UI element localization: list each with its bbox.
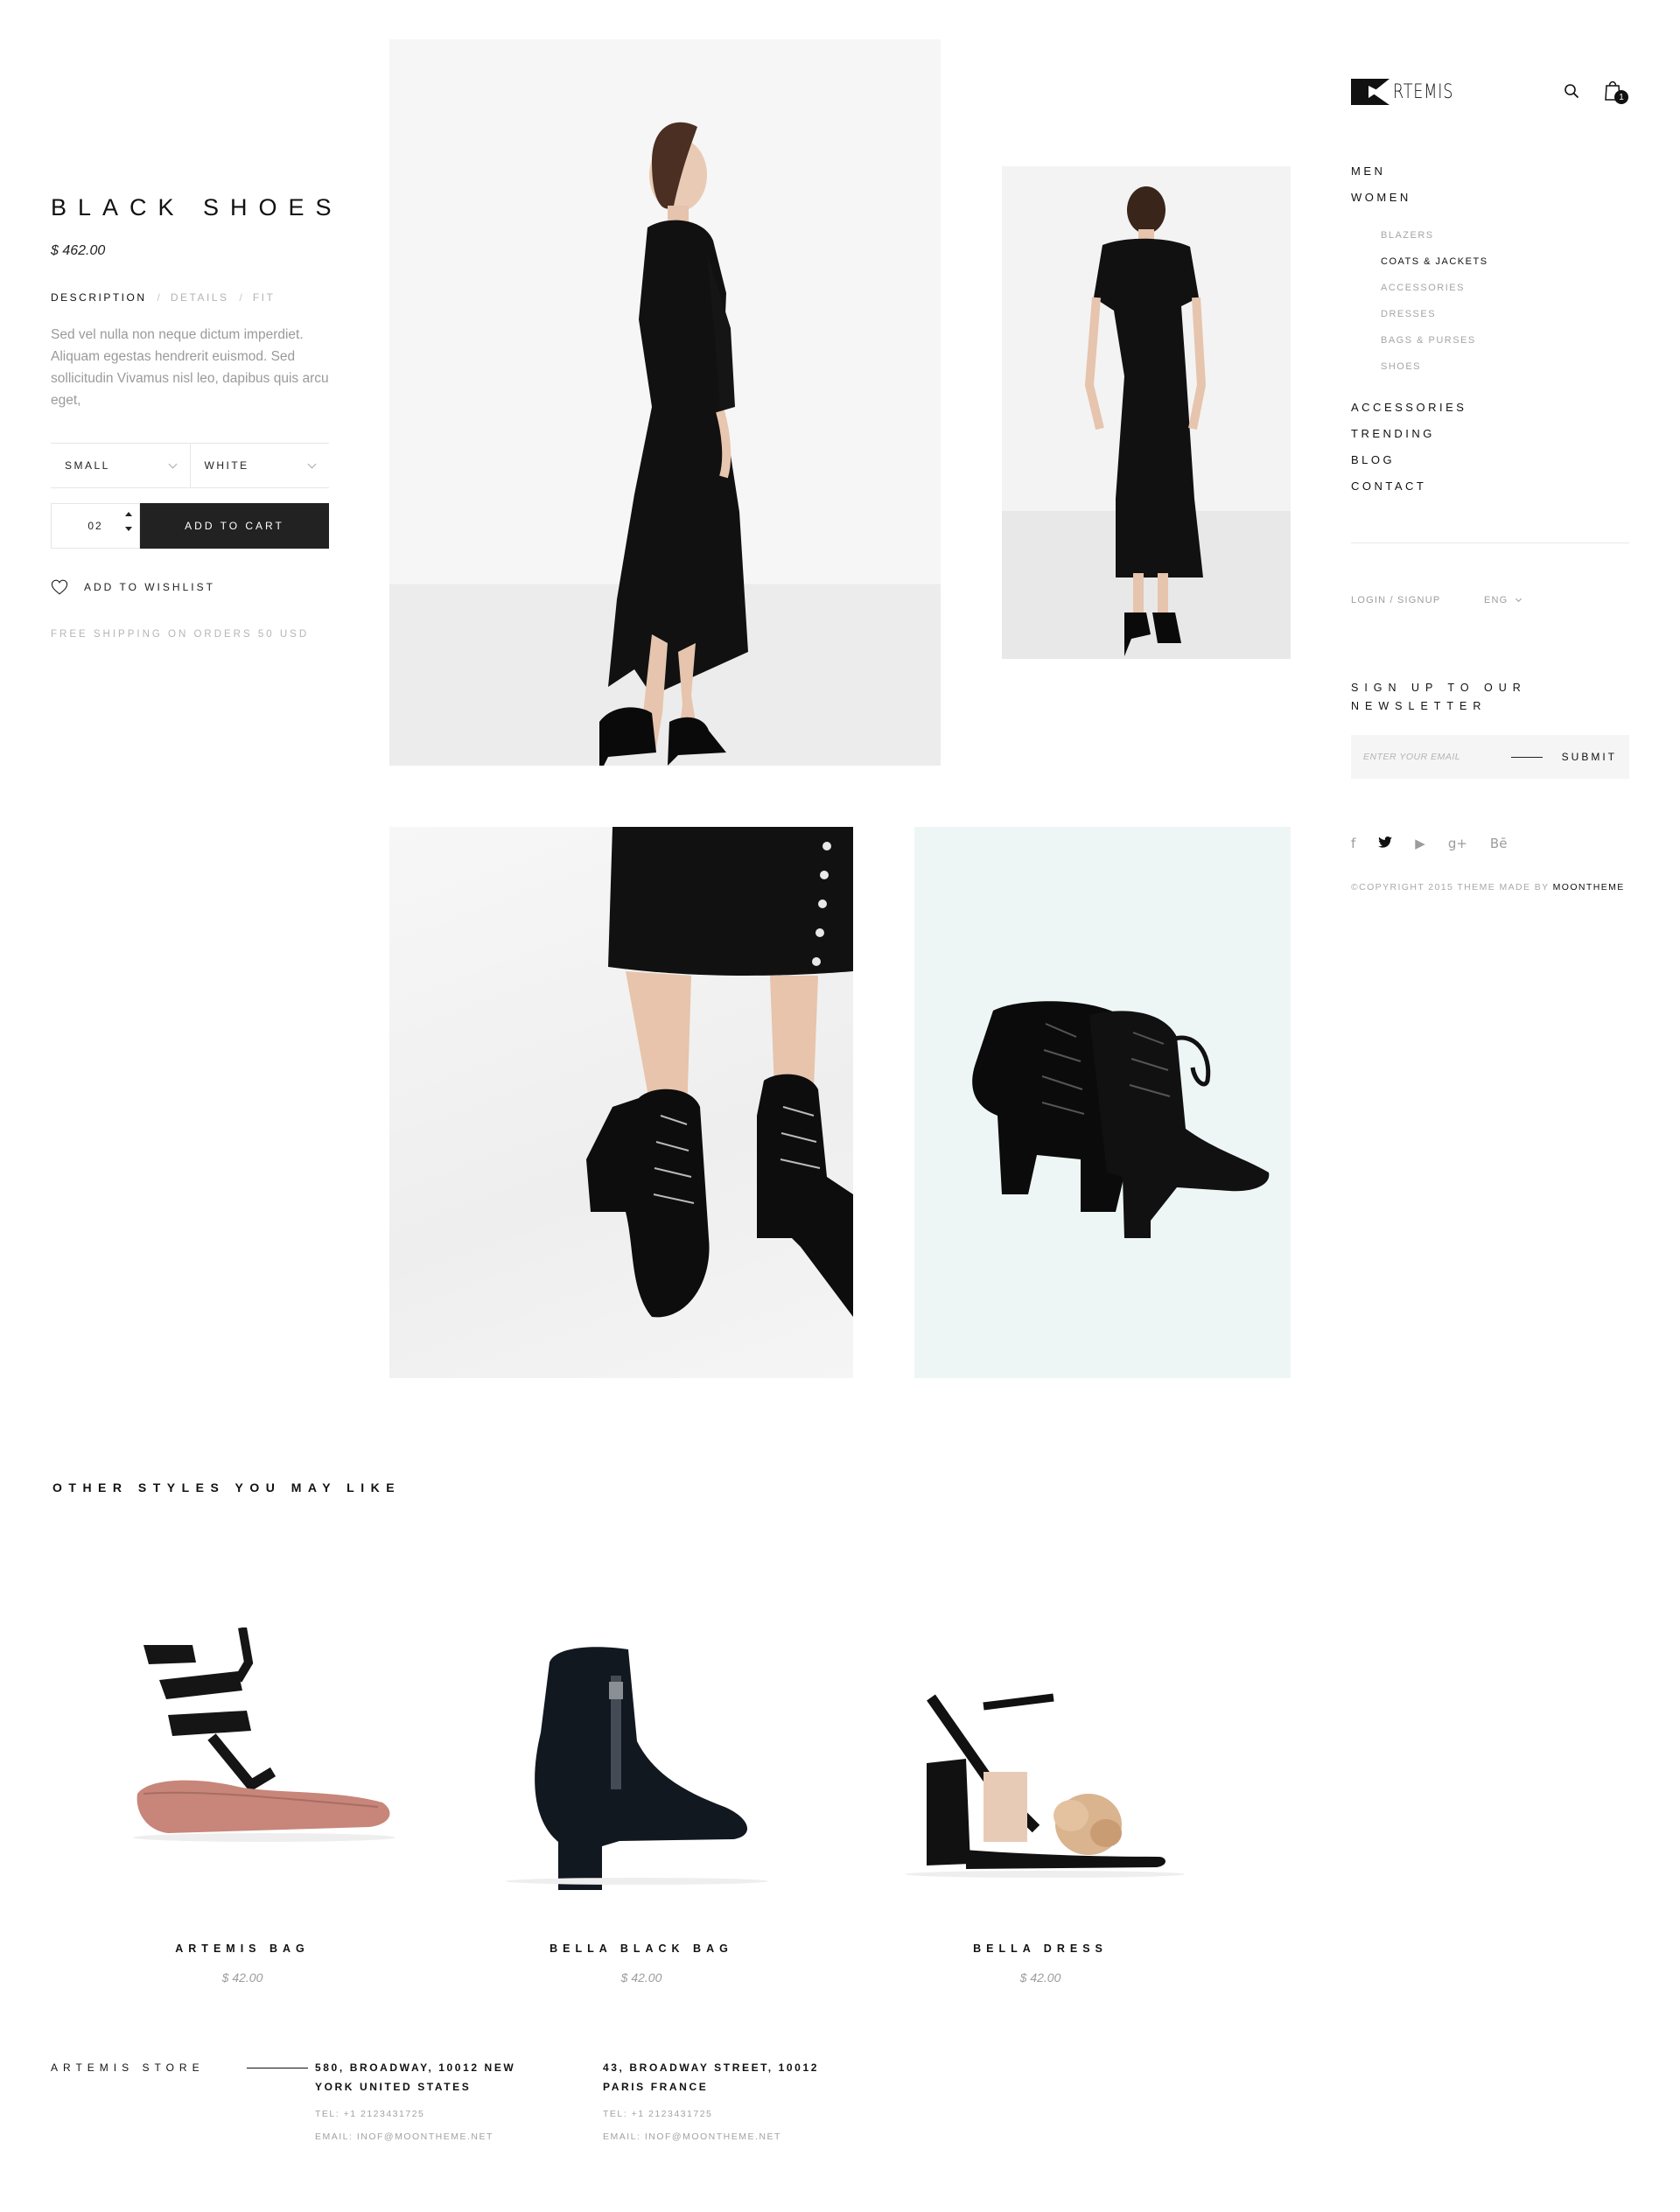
store-address: 43, BROADWAY STREET, 10012 PARIS FRANCE <box>603 2062 820 2093</box>
twitter-icon[interactable] <box>1378 836 1393 851</box>
youtube-icon[interactable]: ▶ <box>1415 836 1425 851</box>
chevron-down-icon <box>1516 595 1522 603</box>
store-email[interactable]: EMAIL: INOF@MOONTHEME.NET <box>315 2132 542 2142</box>
model-back-view-image <box>1084 186 1207 656</box>
copyright-brand-link[interactable]: MOONTHEME <box>1553 882 1625 892</box>
newsletter-title: SIGN UP TO OUR NEWSLETTER <box>1351 682 1527 712</box>
quantity-value: 02 <box>88 520 103 532</box>
add-to-wishlist-link[interactable]: ADD TO WISHLIST <box>51 579 215 595</box>
boots-pair-image <box>972 1001 1270 1238</box>
newsletter-submit-button[interactable]: SUBMIT <box>1562 751 1617 763</box>
quantity-stepper[interactable]: 02 <box>51 503 140 549</box>
lace-up-flat-image <box>133 1628 396 1842</box>
add-to-cart-button[interactable]: ADD TO CART <box>140 503 329 549</box>
nav-item-accessories[interactable]: ACCESSORIES <box>1351 401 1466 427</box>
product-photo-boots-worn[interactable] <box>389 827 853 1378</box>
language-value: ENG <box>1484 595 1508 606</box>
increment-arrow-icon[interactable] <box>125 512 132 516</box>
nav-item-men[interactable]: MEN <box>1351 164 1488 191</box>
related-product-name[interactable]: ARTEMIS BAG <box>63 1942 422 1955</box>
size-select-value: SMALL <box>65 459 110 472</box>
facebook-icon[interactable]: f <box>1351 836 1355 851</box>
decrement-arrow-icon[interactable] <box>125 527 132 531</box>
ankle-boot-image <box>506 1647 768 1890</box>
variant-selectors: SMALL WHITE <box>51 443 329 488</box>
chevron-down-icon <box>168 459 177 468</box>
search-icon[interactable] <box>1564 83 1579 99</box>
copyright-text: ©COPYRIGHT 2015 THEME MADE BY <box>1351 882 1550 892</box>
related-product-card[interactable]: BELLA DRESS $ 42.00 <box>861 1628 1220 1984</box>
sidebar-divider <box>1351 542 1629 543</box>
product-title: BLACK SHOES <box>51 194 343 220</box>
related-product-name[interactable]: BELLA DRESS <box>861 1942 1220 1955</box>
related-product-price: $ 42.00 <box>221 1970 263 1984</box>
related-product-image[interactable] <box>861 1628 1220 1890</box>
nav-item-women[interactable]: WOMEN <box>1351 191 1488 217</box>
login-signup-link[interactable]: LOGIN / SIGNUP <box>1351 595 1440 606</box>
tab-separator: / <box>157 291 160 304</box>
secondary-nav: ACCESSORIES TRENDING BLOG CONTACT <box>1351 401 1466 506</box>
nav-item-trending[interactable]: TRENDING <box>1351 427 1466 453</box>
google-plus-icon[interactable]: g+ <box>1448 836 1467 851</box>
newsletter-email-input[interactable] <box>1363 752 1492 762</box>
related-product-name[interactable]: BELLA BLACK BAG <box>462 1942 821 1955</box>
chevron-down-icon <box>307 459 317 468</box>
footer-store: ARTEMIS STORE <box>51 2062 308 2074</box>
store-phone: TEL: +1 2123431725 <box>603 2109 713 2119</box>
heart-icon <box>51 579 68 595</box>
language-select[interactable]: ENG <box>1484 595 1522 606</box>
subnav-item-shoes[interactable]: SHOES <box>1381 360 1488 387</box>
related-section-title: OTHER STYLES YOU MAY LIKE <box>52 1480 402 1494</box>
newsletter-form: SUBMIT <box>1351 735 1629 779</box>
store-address-block: 43, BROADWAY STREET, 10012 PARIS FRANCE … <box>603 2058 830 2142</box>
color-select[interactable]: WHITE <box>189 444 330 487</box>
product-description: Sed vel nulla non neque dictum imperdiet… <box>51 327 329 408</box>
product-photo-model-side[interactable] <box>389 39 941 766</box>
fur-sandal-image <box>905 1693 1185 1878</box>
product-price: $ 462.00 <box>51 243 106 258</box>
related-product-price: $ 42.00 <box>620 1970 662 1984</box>
logo-mark-icon <box>1351 79 1390 105</box>
store-label: ARTEMIS STORE <box>51 2062 205 2074</box>
related-product-image[interactable] <box>63 1628 422 1890</box>
subnav-item-dresses[interactable]: DRESSES <box>1381 308 1488 334</box>
wishlist-label: ADD TO WISHLIST <box>84 581 215 593</box>
newsletter-divider <box>1510 756 1543 758</box>
color-select-value: WHITE <box>204 459 249 472</box>
store-address-block: 580, BROADWAY, 10012 NEW YORK UNITED STA… <box>315 2058 542 2142</box>
store-email[interactable]: EMAIL: INOF@MOONTHEME.NET <box>603 2132 830 2142</box>
product-info-tabs: DESCRIPTION / DETAILS / FIT <box>51 291 275 304</box>
size-select[interactable]: SMALL <box>51 444 190 487</box>
store-address: 580, BROADWAY, 10012 NEW YORK UNITED STA… <box>315 2062 516 2093</box>
women-submenu: BLAZERS COATS & JACKETS ACCESSORIES DRES… <box>1351 217 1488 401</box>
behance-icon[interactable]: Bē <box>1490 836 1508 851</box>
tab-fit[interactable]: FIT <box>253 291 276 304</box>
cart-count-badge: 1 <box>1614 90 1628 104</box>
product-photo-model-back[interactable] <box>1002 166 1291 659</box>
tab-separator: / <box>239 291 242 304</box>
tab-details[interactable]: DETAILS <box>171 291 229 304</box>
model-side-view-image <box>599 122 748 766</box>
subnav-item-blazers[interactable]: BLAZERS <box>1381 229 1488 256</box>
product-photo-boots-pair[interactable] <box>914 827 1291 1378</box>
related-product-price: $ 42.00 <box>1019 1970 1061 1984</box>
nav-item-contact[interactable]: CONTACT <box>1351 480 1466 506</box>
shipping-note: FREE SHIPPING ON ORDERS 50 USD <box>51 629 310 640</box>
logo-text: RTEMIS <box>1393 80 1454 103</box>
related-product-card[interactable]: ARTEMIS BAG $ 42.00 <box>63 1628 422 1984</box>
subnav-item-coats-jackets[interactable]: COATS & JACKETS <box>1381 256 1488 282</box>
related-product-image[interactable] <box>462 1628 821 1890</box>
site-logo[interactable]: RTEMIS <box>1351 79 1468 105</box>
boots-worn-image <box>586 827 853 1318</box>
subnav-item-accessories[interactable]: ACCESSORIES <box>1381 282 1488 308</box>
subnav-item-bags-purses[interactable]: BAGS & PURSES <box>1381 334 1488 360</box>
nav-item-blog[interactable]: BLOG <box>1351 453 1466 480</box>
related-product-card[interactable]: BELLA BLACK BAG $ 42.00 <box>462 1628 821 1984</box>
tab-description[interactable]: DESCRIPTION <box>51 291 147 304</box>
copyright-notice: ©COPYRIGHT 2015 THEME MADE BY MOONTHEME <box>1351 882 1625 892</box>
social-links: f ▶ g+ Bē <box>1351 836 1507 851</box>
main-nav: MEN WOMEN BLAZERS COATS & JACKETS ACCESS… <box>1351 164 1488 401</box>
store-phone: TEL: +1 2123431725 <box>315 2109 425 2119</box>
